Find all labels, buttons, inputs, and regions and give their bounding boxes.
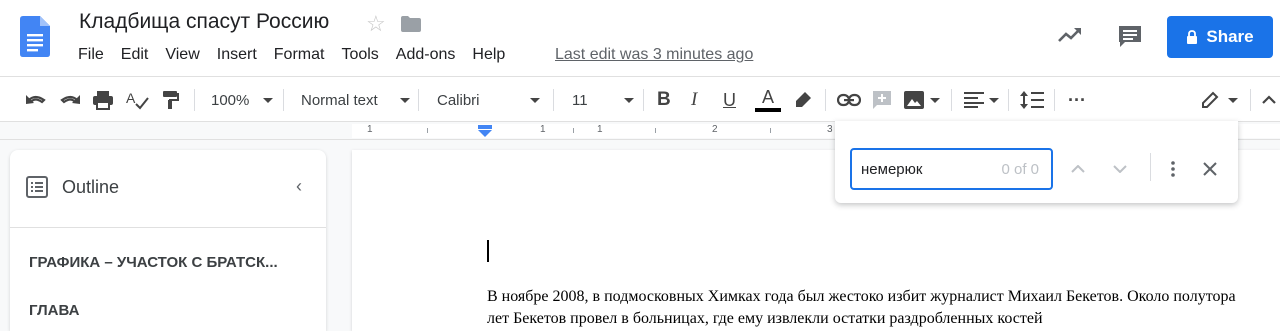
close-icon (1203, 162, 1217, 176)
toolbar: A 100% Normal text Calibri 11 B I U A ··… (0, 76, 1280, 122)
underline-button[interactable]: U (723, 77, 736, 123)
find-next-button[interactable] (1109, 158, 1131, 180)
lock-icon (1187, 30, 1198, 44)
find-previous-button[interactable] (1067, 158, 1089, 180)
redo-icon[interactable] (59, 77, 81, 123)
font-size-value: 11 (572, 91, 588, 109)
outline-title: Outline (62, 176, 120, 197)
text-color-letter: A (761, 87, 774, 107)
collapse-menus-icon[interactable] (1261, 77, 1277, 123)
font-value: Calibri (437, 91, 480, 109)
font-size-select[interactable]: 11 (572, 77, 634, 123)
chevron-down-icon (1113, 165, 1127, 173)
zoom-select[interactable]: 100% (211, 77, 274, 123)
chevron-down-icon (930, 97, 940, 103)
outline-panel: Outline ‹ ГРАФИКА – УЧАСТОК С БРАТСК... … (10, 150, 326, 331)
line-spacing-icon[interactable] (1020, 77, 1044, 123)
add-comment-icon[interactable] (872, 77, 892, 123)
image-icon (904, 91, 924, 109)
last-edit-link[interactable]: Last edit was 3 minutes ago (555, 46, 753, 64)
highlight-icon[interactable] (793, 77, 813, 123)
docs-logo-icon[interactable] (20, 16, 50, 57)
print-icon[interactable] (92, 77, 114, 123)
menu-insert[interactable]: Insert (217, 46, 257, 64)
text-cursor (487, 240, 489, 262)
menu-view[interactable]: View (165, 46, 199, 64)
align-left-icon (964, 92, 984, 108)
paint-format-icon[interactable] (162, 77, 180, 123)
body-paragraph[interactable]: В ноябре 2008, в подмосковных Химках год… (487, 286, 1247, 330)
comment-icon[interactable] (1117, 24, 1143, 50)
font-select[interactable]: Calibri (437, 77, 540, 123)
style-select[interactable]: Normal text (301, 77, 410, 123)
chevron-down-icon (1228, 97, 1238, 103)
zoom-value: 100% (211, 91, 250, 109)
chevron-left-icon[interactable]: ‹ (296, 176, 302, 197)
menu-file[interactable]: File (78, 46, 104, 64)
style-value: Normal text (301, 91, 378, 109)
ruler-number: 3 (827, 124, 833, 135)
chevron-down-icon (263, 97, 274, 103)
more-vert-icon (1171, 161, 1175, 177)
text-color-swatch (755, 108, 781, 112)
menu-add-ons[interactable]: Add-ons (396, 46, 456, 64)
menu-bar: File Edit View Insert Format Tools Add-o… (78, 46, 522, 64)
share-button[interactable]: Share (1167, 16, 1273, 58)
pencil-icon (1202, 91, 1219, 108)
more-options-button[interactable]: ··· (1068, 77, 1086, 123)
insert-image-button[interactable] (904, 77, 940, 123)
outline-list-icon (26, 176, 48, 198)
ruler-number: 1 (597, 124, 603, 135)
menu-edit[interactable]: Edit (121, 46, 149, 64)
link-icon[interactable] (837, 77, 861, 123)
spellcheck-icon[interactable]: A (126, 77, 150, 123)
menu-tools[interactable]: Tools (341, 46, 378, 64)
align-button[interactable] (964, 77, 999, 123)
find-more-options-button[interactable] (1162, 158, 1184, 180)
close-find-button[interactable] (1199, 158, 1221, 180)
find-count: 0 of 0 (1001, 160, 1039, 178)
menu-format[interactable]: Format (274, 46, 325, 64)
bold-button[interactable]: B (657, 77, 671, 123)
text-color-button[interactable]: A (755, 77, 781, 123)
editing-mode-button[interactable] (1200, 77, 1238, 123)
find-dialog: немерюк 0 of 0 (835, 121, 1238, 203)
chevron-down-icon (529, 97, 540, 103)
header: Кладбища спасут Россию ☆ File Edit View … (0, 0, 1280, 76)
star-icon[interactable]: ☆ (366, 11, 386, 37)
menu-help[interactable]: Help (472, 46, 505, 64)
undo-icon[interactable] (25, 77, 47, 123)
ruler-number: 2 (712, 124, 718, 135)
outline-header: Outline (26, 176, 119, 198)
folder-icon[interactable] (401, 16, 421, 32)
find-query: немерюк (861, 160, 923, 178)
find-input[interactable]: немерюк 0 of 0 (850, 148, 1053, 190)
activity-trend-icon[interactable] (1058, 26, 1082, 44)
italic-button[interactable]: I (691, 77, 697, 123)
indent-marker-icon[interactable] (478, 125, 492, 137)
chevron-down-icon (989, 97, 999, 103)
svg-text:A: A (126, 90, 136, 106)
chevron-down-icon (399, 97, 410, 103)
ruler-number: 1 (367, 124, 373, 135)
chevron-up-icon (1071, 165, 1085, 173)
share-label: Share (1206, 27, 1254, 46)
chevron-down-icon (623, 97, 634, 103)
outline-item[interactable]: ГРАФИКА – УЧАСТОК С БРАТСК... (29, 254, 278, 271)
document-title[interactable]: Кладбища спасут Россию (79, 10, 329, 34)
outline-item[interactable]: ГЛАВА (29, 302, 79, 319)
ruler-number: 1 (540, 124, 546, 135)
